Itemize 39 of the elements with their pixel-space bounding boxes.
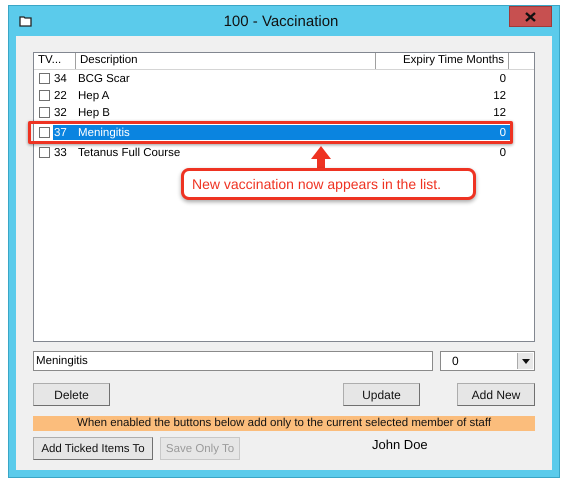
list-row[interactable]: 32 Hep B 12 xyxy=(53,105,511,120)
checkbox[interactable] xyxy=(39,73,50,84)
close-icon xyxy=(525,12,536,22)
expiry-cell-text: 12 xyxy=(492,106,507,118)
expiry-cell-text: 0 xyxy=(498,72,507,84)
code-cell-text: 32 xyxy=(53,106,68,118)
notice-banner: When enabled the buttons below add only to the current selected member of staff xyxy=(33,416,535,431)
code-cell-text: 22 xyxy=(53,90,68,102)
description-cell-text: BCG Scar xyxy=(78,72,131,84)
code-cell-text: 34 xyxy=(53,72,68,84)
checkbox[interactable] xyxy=(39,90,50,101)
expiry-cell-text: 12 xyxy=(492,90,507,102)
callout-text: New vaccination now appears in the list. xyxy=(181,168,476,200)
action-button[interactable]: Update xyxy=(343,383,420,406)
window-title: 100 - Vaccination xyxy=(222,12,340,30)
code-cell-text: 37 xyxy=(53,126,68,138)
action-button[interactable]: Delete xyxy=(33,383,110,406)
folder-icon xyxy=(19,15,33,27)
list-row[interactable]: 33 Tetanus Full Course 0 xyxy=(53,145,511,160)
description-cell-text: Hep A xyxy=(78,90,110,102)
list-row[interactable]: 37 Meningitis 0 xyxy=(53,125,511,140)
description-cell-text: Meningitis xyxy=(78,126,131,138)
expiry-cell-text: 0 xyxy=(498,146,507,158)
description-cell-text: Hep B xyxy=(78,106,111,118)
expiry-dropdown[interactable]: 0 xyxy=(440,351,535,371)
staff-button[interactable]: Add Ticked Items To xyxy=(33,437,153,460)
list-row[interactable]: 22 Hep A 12 xyxy=(53,88,511,103)
checkbox[interactable] xyxy=(39,107,50,118)
action-button[interactable]: Add New xyxy=(457,383,535,406)
code-cell-text: 33 xyxy=(53,146,68,158)
expiry-cell-text: 0 xyxy=(498,126,507,138)
staff-name: John Doe xyxy=(372,437,428,452)
checkbox[interactable] xyxy=(39,127,50,138)
description-cell-text: Tetanus Full Course xyxy=(78,146,182,158)
dropdown-arrow-icon xyxy=(522,358,530,364)
checkbox[interactable] xyxy=(39,147,50,158)
close-button[interactable] xyxy=(509,6,552,27)
list-row[interactable]: 34 BCG Scar 0 xyxy=(53,71,511,86)
description-field[interactable]: Meningitis xyxy=(33,351,434,371)
